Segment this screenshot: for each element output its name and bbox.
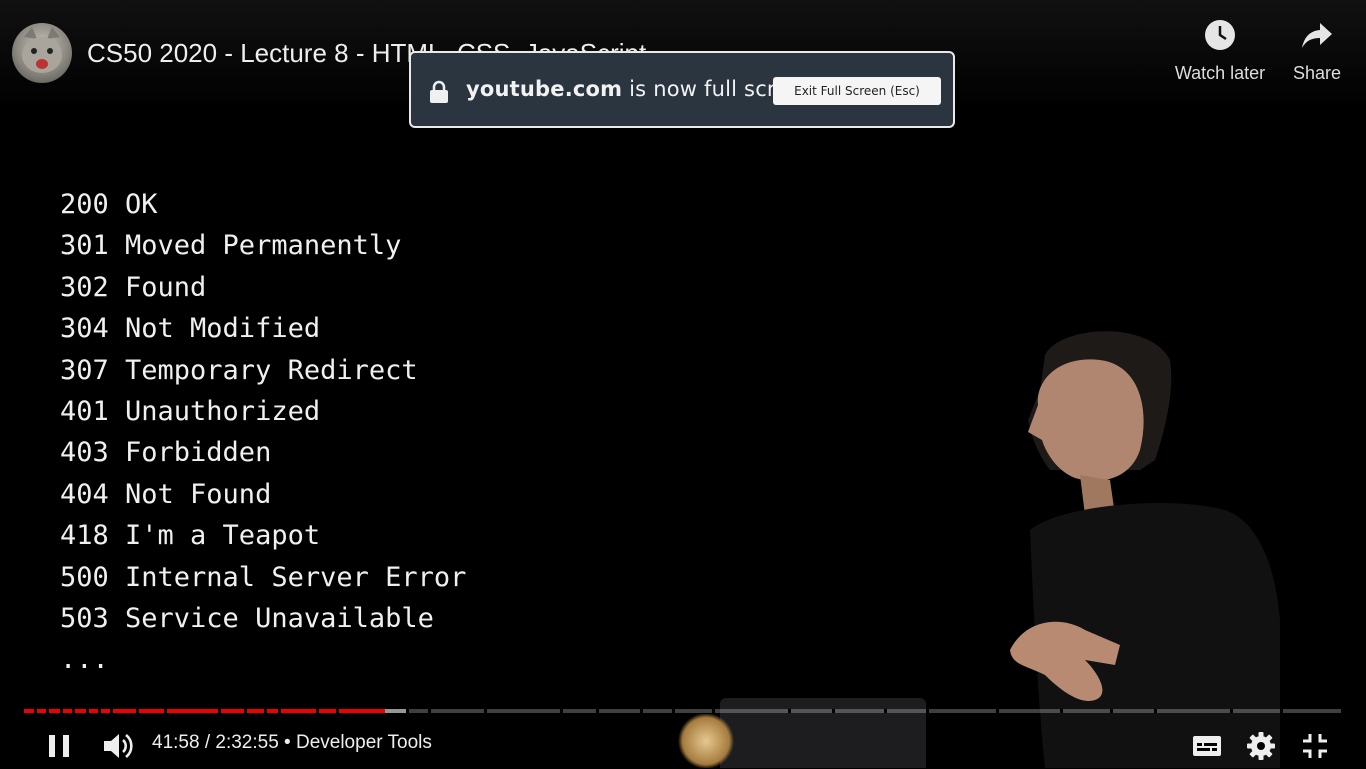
video-progress-bar[interactable]	[24, 709, 1341, 713]
chapter-marker	[560, 709, 563, 713]
time-display[interactable]: 41:58 / 2:32:55 • Developer Tools	[152, 732, 432, 754]
lock-icon	[430, 80, 448, 103]
cat-avatar-image	[22, 27, 62, 73]
chapter-marker	[672, 709, 675, 713]
chapter-marker	[136, 709, 139, 713]
share-label: Share	[1292, 63, 1342, 83]
gear-icon	[1247, 732, 1275, 760]
chapter-marker	[72, 709, 75, 713]
settings-button[interactable]	[1241, 726, 1281, 766]
chapter-marker	[164, 709, 167, 713]
chapter-marker	[86, 709, 89, 713]
fullscreen-message: youtube.com is now full screen	[466, 77, 815, 101]
status-line: 403 Forbidden	[60, 437, 272, 469]
chapter-marker	[926, 709, 929, 713]
chapter-marker	[336, 709, 339, 713]
chapter-marker	[98, 709, 101, 713]
captions-button[interactable]	[1187, 726, 1227, 766]
chapter-marker	[640, 709, 643, 713]
speaker-silhouette	[1010, 331, 1280, 768]
chapter-marker	[244, 709, 247, 713]
status-line: 304 Not Modified	[60, 313, 321, 345]
chapter-marker	[60, 709, 63, 713]
status-line: ...	[60, 644, 109, 676]
chapter-marker	[996, 709, 999, 713]
chapter-marker	[596, 709, 599, 713]
exit-fullscreen-button[interactable]: Exit Full Screen (Esc)	[773, 77, 941, 105]
status-line: 418 I'm a Teapot	[60, 520, 321, 552]
channel-avatar[interactable]	[12, 23, 72, 83]
chapter-marker	[1154, 709, 1157, 713]
chapter-marker	[712, 709, 715, 713]
status-line: 200 OK	[60, 189, 158, 220]
chapter-marker	[428, 709, 431, 713]
status-line: 401 Unauthorized	[60, 395, 321, 427]
exit-fullscreen-toggle[interactable]	[1295, 726, 1335, 766]
chapter-marker	[1110, 709, 1113, 713]
chapter-marker	[46, 709, 49, 713]
chapter-marker	[1230, 709, 1233, 713]
fullscreen-notice: youtube.com is now full screen Exit Full…	[409, 51, 955, 128]
volume-icon	[104, 733, 133, 759]
chapter-marker	[34, 709, 37, 713]
fullscreen-domain: youtube.com	[466, 77, 623, 101]
progress-played	[24, 709, 386, 713]
chapter-marker	[278, 709, 281, 713]
exit-fullscreen-icon	[1303, 734, 1327, 758]
watch-later-button[interactable]: Watch later	[1168, 18, 1272, 84]
slide-content: 200 OK 301 Moved Permanently 302 Found 3…	[60, 184, 466, 681]
chapter-marker	[218, 709, 221, 713]
share-button[interactable]: Share	[1288, 18, 1346, 84]
chapter-marker	[1280, 709, 1283, 713]
status-line: 302 Found	[60, 271, 207, 303]
status-line: 404 Not Found	[60, 478, 272, 510]
chapter-marker	[316, 709, 319, 713]
status-line: 307 Temporary Redirect	[60, 354, 418, 386]
chapter-marker	[832, 709, 835, 713]
watch-later-label: Watch later	[1174, 63, 1266, 83]
pause-button[interactable]	[39, 726, 79, 766]
share-arrow-icon	[1302, 23, 1332, 48]
captions-icon	[1193, 736, 1221, 756]
status-line: 503 Service Unavailable	[60, 602, 434, 634]
pause-icon	[49, 735, 69, 757]
volume-button[interactable]	[98, 726, 138, 766]
chapter-marker	[264, 709, 267, 713]
player-controls: 41:58 / 2:32:55 • Developer Tools	[0, 718, 1366, 768]
chapter-marker	[484, 709, 487, 713]
status-line: 301 Moved Permanently	[60, 230, 402, 262]
chapter-marker	[788, 709, 791, 713]
chapter-marker	[1060, 709, 1063, 713]
clock-icon	[1205, 20, 1235, 50]
chapter-marker	[110, 709, 113, 713]
chapter-marker	[406, 709, 409, 713]
status-line: 500 Internal Server Error	[60, 561, 467, 593]
chapter-marker	[884, 709, 887, 713]
